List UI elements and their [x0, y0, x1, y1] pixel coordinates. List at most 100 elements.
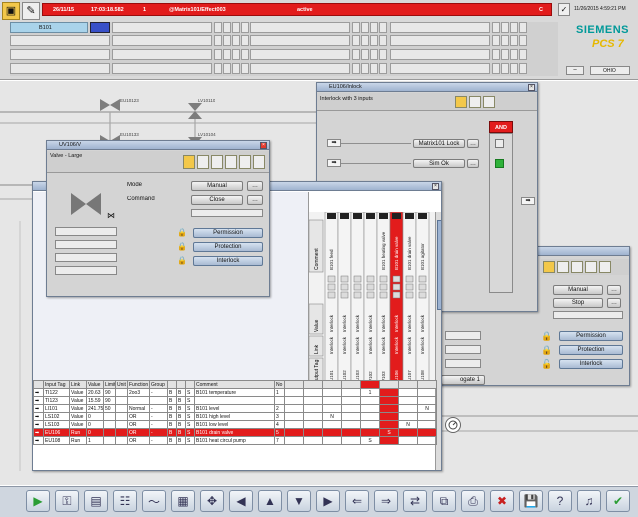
faceplate-view-icon[interactable] — [455, 96, 467, 108]
delete-icon[interactable]: ✖ — [490, 490, 514, 512]
tree-icon[interactable]: ☷ — [113, 490, 137, 512]
area-alarm-indicator[interactable] — [90, 22, 110, 33]
overview-status-cell[interactable] — [492, 49, 500, 60]
overview-status-cell[interactable] — [501, 49, 509, 60]
matrix-indicator-box[interactable] — [392, 291, 401, 299]
right-permission-button[interactable]: Permission — [559, 331, 623, 341]
matrix-cell[interactable]: N — [398, 420, 418, 429]
matrix-column-button[interactable] — [405, 213, 414, 219]
matrix-cell[interactable] — [284, 436, 304, 445]
matrix-cell[interactable] — [341, 404, 361, 413]
overview-area-cell[interactable] — [112, 63, 212, 74]
matrix-cell[interactable] — [360, 412, 380, 421]
matrix-cell[interactable]: N — [322, 412, 342, 421]
row-bypass-button[interactable]: B — [167, 428, 177, 437]
matrix-cell[interactable] — [322, 428, 342, 437]
overview-status-cell[interactable] — [352, 22, 360, 33]
matrix-indicator-box[interactable] — [405, 283, 414, 291]
row-arrow-icon[interactable]: ➡ — [33, 404, 44, 413]
ack-icon[interactable]: ✔ — [606, 490, 630, 512]
row-sim-button[interactable]: S — [185, 428, 195, 437]
close-icon[interactable]: × — [432, 183, 439, 190]
overview-status-cell[interactable] — [519, 49, 527, 60]
overview-status-cell[interactable] — [501, 22, 509, 33]
row-sim-button[interactable]: S — [185, 420, 195, 429]
matrix-cell[interactable] — [398, 396, 418, 405]
overview-status-cell[interactable] — [361, 63, 369, 74]
matrix-cell[interactable] — [341, 388, 361, 397]
overview-status-cell[interactable] — [519, 35, 527, 46]
input-1-extra-button[interactable]: … — [467, 139, 479, 148]
overview-status-cell[interactable] — [214, 49, 222, 60]
matrix-cell[interactable] — [398, 404, 418, 413]
matrix-cell[interactable] — [322, 404, 342, 413]
input-1-button[interactable]: Matrix101 Lock — [413, 139, 465, 148]
right-protection-button[interactable]: Protection — [559, 345, 623, 355]
row-sim-button[interactable]: S — [185, 436, 195, 445]
matrix-cell[interactable] — [284, 388, 304, 397]
interlock-titlebar[interactable]: EU106/Inlock × — [317, 83, 537, 92]
overview-status-cell[interactable] — [370, 49, 378, 60]
overview-status-cell[interactable] — [214, 35, 222, 46]
overview-status-cell[interactable] — [241, 63, 249, 74]
overview-status-cell[interactable] — [370, 35, 378, 46]
input-2-extra-button[interactable]: … — [467, 159, 479, 168]
faceplate-param-icon[interactable] — [571, 261, 583, 273]
row-arrow-icon[interactable]: ➡ — [33, 436, 44, 445]
matrix-column-button[interactable] — [340, 213, 349, 219]
matrix-cell[interactable] — [417, 412, 437, 421]
matrix-column[interactable] — [415, 211, 430, 389]
faceplate-alarm-icon[interactable] — [585, 261, 597, 273]
overview-status-cell[interactable] — [379, 63, 387, 74]
overview-area-cell[interactable] — [112, 49, 212, 60]
matrix-cell[interactable] — [398, 388, 418, 397]
permission-button[interactable]: Permission — [193, 228, 263, 238]
command-button[interactable]: Close — [191, 195, 243, 205]
matrix-cell[interactable] — [303, 420, 323, 429]
matrix-cell[interactable]: S — [379, 428, 399, 437]
table-row[interactable]: ➡ LS102 Value 0 OR - B B S B101 high level 3 N — [33, 412, 437, 421]
faceplate-param-icon[interactable] — [211, 155, 223, 169]
save-icon[interactable]: 💾 — [519, 490, 543, 512]
area-overview[interactable]: B101 — [10, 22, 558, 76]
area-button-b101[interactable]: B101 — [10, 22, 88, 33]
matrix-indicator-box[interactable] — [353, 291, 362, 299]
row-bypass-button[interactable]: B — [176, 436, 186, 445]
plant-valve-2[interactable] — [185, 101, 205, 121]
overview-area-cell[interactable] — [390, 35, 490, 46]
overview-area-cell[interactable] — [10, 35, 110, 46]
matrix-cell[interactable] — [322, 388, 342, 397]
overview-area-cell[interactable] — [390, 22, 490, 33]
trend-icon[interactable]: 〜 — [142, 490, 166, 512]
overview-area-cell[interactable] — [250, 35, 350, 46]
overview-status-cell[interactable] — [361, 35, 369, 46]
overview-area-cell[interactable] — [390, 63, 490, 74]
matrix-indicator-box[interactable] — [418, 275, 427, 283]
matrix-cell[interactable] — [360, 396, 380, 405]
matrix-cell[interactable] — [360, 428, 380, 437]
faceplate-trend-icon[interactable] — [557, 261, 569, 273]
overview-area-cell[interactable] — [250, 49, 350, 60]
matrix-indicator-box[interactable] — [353, 275, 362, 283]
row-bypass-button[interactable]: B — [176, 396, 186, 405]
table-row[interactable]: ➡ EU108 Run 1 OR - B B S B101 heat circul pump 7 S — [33, 436, 437, 445]
matrix-cell[interactable] — [341, 412, 361, 421]
matrix-indicator-box[interactable] — [327, 291, 336, 299]
matrix-cell[interactable] — [341, 420, 361, 429]
matrix-indicator-box[interactable] — [392, 275, 401, 283]
header-user-icon[interactable]: ✎ — [22, 2, 40, 20]
row-bypass-button[interactable]: B — [167, 412, 177, 421]
matrix-column-button[interactable] — [418, 213, 427, 219]
input-2-button[interactable]: Sim Ok — [413, 159, 465, 168]
overview-status-cell[interactable] — [501, 35, 509, 46]
row-sim-button[interactable]: S — [185, 404, 195, 413]
row-bypass-button[interactable]: B — [167, 404, 177, 413]
print-icon[interactable]: ⎙ — [461, 490, 485, 512]
overview-status-cell[interactable] — [223, 22, 231, 33]
matrix-indicator-box[interactable] — [366, 275, 375, 283]
matrix-indicator-box[interactable] — [392, 283, 401, 291]
matrix-cell[interactable] — [341, 436, 361, 445]
matrix-cell[interactable] — [417, 388, 437, 397]
faceplate-trend-icon[interactable] — [469, 96, 481, 108]
matrix-cell[interactable] — [379, 412, 399, 421]
